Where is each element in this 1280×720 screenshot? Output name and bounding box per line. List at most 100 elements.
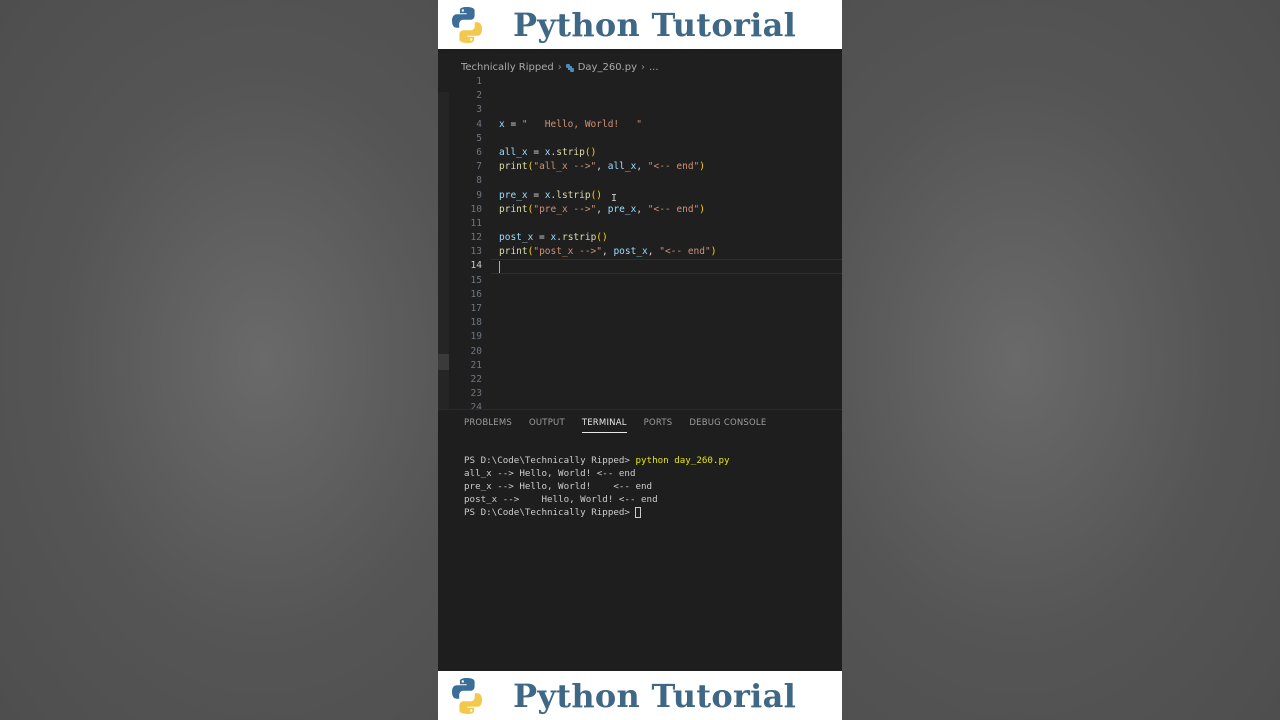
line-number: 5 xyxy=(476,132,482,144)
line-number: 7 xyxy=(476,161,482,173)
mouse-ibeam-icon: I xyxy=(611,193,618,204)
code-line-6[interactable]: all_x = x.strip() xyxy=(499,146,842,160)
code-token: post_x xyxy=(613,246,648,258)
code-line-8[interactable] xyxy=(499,174,842,188)
code-token: rstrip xyxy=(561,232,597,244)
breadcrumb-file[interactable]: Day_260.py xyxy=(578,62,637,73)
code-line-13[interactable]: print("post_x -->", post_x, "<-- end") xyxy=(499,245,842,259)
code-token: " Hello, World! " xyxy=(521,118,643,130)
blurred-background-right xyxy=(842,0,1280,720)
line-number-gutter: 1 2 3 4 5 6 7 8 9 10 11 12 13 14 15 16 17 18 19 20 21 22 23 24 xyxy=(460,75,482,416)
python-logo-icon xyxy=(452,6,482,43)
code-token: , xyxy=(647,246,660,258)
terminal-command-line: PS D:\Code\Technically Ripped> python da… xyxy=(464,454,834,467)
line-number: 3 xyxy=(476,104,482,116)
code-line-14[interactable] xyxy=(491,259,842,274)
terminal-prompt: PS D:\Code\Technically Ripped> xyxy=(464,455,636,466)
chevron-right-icon: › xyxy=(641,62,645,73)
banner-title: Python Tutorial xyxy=(513,5,797,44)
tab-terminal[interactable]: TERMINAL xyxy=(581,418,627,433)
line-number: 12 xyxy=(470,232,482,244)
code-token: post_x xyxy=(499,232,534,244)
blurred-background-left xyxy=(0,0,438,720)
tab-problems[interactable]: PROBLEMS xyxy=(464,418,512,433)
code-token: "<-- end" xyxy=(647,161,700,173)
line-number: 20 xyxy=(470,345,482,357)
line-number: 1 xyxy=(476,76,482,87)
terminal-cursor xyxy=(635,507,642,518)
code-token: print xyxy=(499,246,528,258)
banner-title: Python Tutorial xyxy=(513,676,797,715)
banner-bottom: Python Tutorial xyxy=(438,671,842,720)
line-number: 16 xyxy=(470,288,482,300)
code-token: strip xyxy=(556,146,585,158)
code-token: lstrip xyxy=(556,189,591,201)
code-area[interactable]: x = " Hello, World! " all_x = x.strip() … xyxy=(491,75,842,274)
video-frame: Python Tutorial Technically Ripped › Day… xyxy=(438,0,842,720)
code-token: = xyxy=(533,232,551,244)
code-token: , xyxy=(596,203,608,215)
code-line-7[interactable]: print("all_x -->", all_x, "<-- end") xyxy=(499,160,842,174)
code-token: , xyxy=(601,246,614,258)
code-line-12[interactable]: post_x = x.rstrip() xyxy=(499,231,842,245)
breadcrumb-more[interactable]: ... xyxy=(649,62,659,73)
tab-ports[interactable]: PORTS xyxy=(644,418,673,433)
strip-marker xyxy=(438,354,449,370)
terminal-input-line[interactable]: PS D:\Code\Technically Ripped> xyxy=(464,506,834,519)
code-line-10[interactable]: print("pre_x -->", pre_x, "<-- end") xyxy=(499,203,842,217)
line-number: 22 xyxy=(470,373,482,385)
code-token: = xyxy=(527,189,545,201)
code-token: pre_x xyxy=(607,203,637,215)
code-line-11[interactable] xyxy=(499,217,842,231)
code-token: () xyxy=(596,232,608,244)
code-line-5[interactable] xyxy=(499,132,842,146)
code-line-9[interactable]: pre_x = x.lstrip() xyxy=(499,189,842,203)
line-number: 4 xyxy=(476,118,482,130)
line-number: 11 xyxy=(470,217,482,229)
terminal-output-line: pre_x --> Hello, World! <-- end xyxy=(464,481,653,492)
code-token: all_x xyxy=(607,161,637,173)
line-number: 19 xyxy=(470,331,482,343)
terminal[interactable]: PS D:\Code\Technically Ripped> python da… xyxy=(464,454,834,519)
code-token: ) xyxy=(699,203,705,215)
code-token: = xyxy=(504,118,522,130)
code-line-1[interactable] xyxy=(499,75,842,89)
python-file-icon xyxy=(565,63,574,72)
tab-output[interactable]: OUTPUT xyxy=(529,418,565,433)
chevron-right-icon: › xyxy=(557,62,562,73)
code-token: all_x xyxy=(499,146,528,158)
code-line-3[interactable] xyxy=(499,103,842,117)
breadcrumb-folder[interactable]: Technically Ripped xyxy=(461,62,554,73)
code-token: , xyxy=(636,203,648,215)
code-token: "<-- end" xyxy=(647,203,700,215)
code-editor[interactable]: Technically Ripped › Day_260.py › ... 12… xyxy=(438,52,842,413)
tab-debug-console[interactable]: DEBUG CONSOLE xyxy=(689,418,766,433)
panel-tabs: PROBLEMS OUTPUT TERMINAL PORTS DEBUG CON… xyxy=(464,418,783,433)
code-line-2[interactable] xyxy=(499,89,842,103)
code-token: print xyxy=(499,161,528,173)
code-token: "<-- end" xyxy=(659,246,711,258)
terminal-command: python day_260.py xyxy=(635,455,730,466)
line-number: 6 xyxy=(476,146,482,158)
banner-top: Python Tutorial xyxy=(438,0,842,49)
bottom-panel: PROBLEMS OUTPUT TERMINAL PORTS DEBUG CON… xyxy=(438,409,842,671)
code-token: "pre_x -->" xyxy=(533,203,597,215)
code-token: ) xyxy=(710,246,717,258)
code-token: () xyxy=(590,189,603,201)
activity-strip xyxy=(438,92,449,409)
terminal-output-line: all_x --> Hello, World! <-- end xyxy=(464,468,636,479)
line-number: 9 xyxy=(476,189,482,201)
code-token: = xyxy=(527,146,545,158)
line-number: 10 xyxy=(470,203,482,215)
code-token: pre_x xyxy=(499,189,528,201)
line-number: 21 xyxy=(470,359,482,371)
line-number: 23 xyxy=(470,388,482,400)
terminal-output-line: post_x --> Hello, World! <-- end xyxy=(464,494,658,505)
code-token: () xyxy=(584,146,597,158)
terminal-prompt: PS D:\Code\Technically Ripped> xyxy=(464,507,636,518)
line-number: 8 xyxy=(476,175,482,187)
code-line-4[interactable]: x = " Hello, World! " xyxy=(499,118,842,132)
line-number: 15 xyxy=(470,274,482,286)
code-token: "all_x -->" xyxy=(533,161,597,173)
text-cursor xyxy=(499,260,500,273)
